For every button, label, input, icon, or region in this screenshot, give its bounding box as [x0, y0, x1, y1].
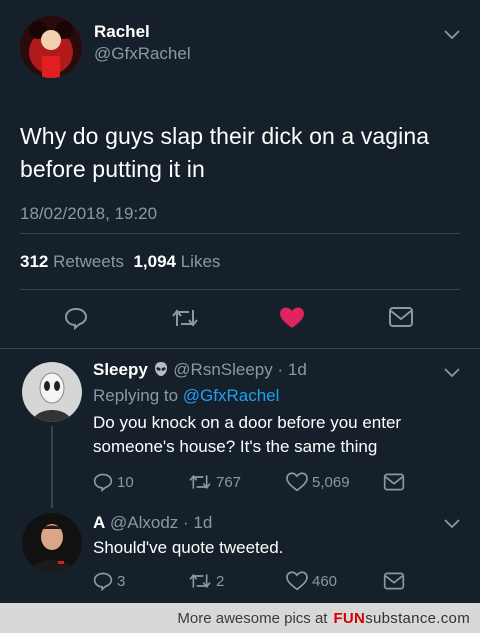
reply-icon[interactable]: [64, 306, 88, 330]
like-button[interactable]: 5,069: [286, 472, 350, 492]
reply-actions: 10 767 5,069: [93, 472, 460, 494]
reply-icon: [93, 572, 113, 591]
chevron-down-icon[interactable]: [444, 368, 460, 378]
share-icon[interactable]: [383, 571, 405, 591]
watermark-bar: More awesome pics at FUNsubstance.com: [0, 603, 480, 633]
avatar[interactable]: [22, 362, 82, 422]
likes-label[interactable]: Likes: [181, 252, 221, 271]
heart-outline-icon: [286, 472, 308, 492]
like-button[interactable]: 460: [286, 571, 337, 591]
reply-count: 10: [117, 473, 134, 491]
thread-line: [51, 426, 53, 508]
display-name[interactable]: A: [93, 513, 105, 532]
display-name[interactable]: Rachel: [94, 21, 191, 43]
share-icon[interactable]: [388, 306, 414, 328]
main-tweet-header: Rachel @GfxRachel: [20, 14, 460, 80]
display-name[interactable]: Sleepy: [93, 360, 148, 379]
reply-actions: 3 2 460: [93, 571, 460, 593]
retweets-label[interactable]: Retweets: [53, 252, 124, 271]
tweet-stats: 312 Retweets 1,094 Likes: [20, 252, 220, 272]
chevron-down-icon[interactable]: [444, 519, 460, 529]
divider: [20, 233, 460, 234]
reply-button[interactable]: 10: [93, 472, 134, 492]
retweet-button[interactable]: 767: [188, 472, 241, 492]
like-count: 460: [312, 572, 338, 590]
heart-icon[interactable]: [279, 306, 305, 330]
reply-button[interactable]: 3: [93, 571, 125, 591]
main-tweet: Rachel @GfxRachel Why do guys slap their…: [0, 0, 480, 348]
user-handle[interactable]: @GfxRachel: [94, 43, 191, 65]
watermark-brand[interactable]: FUNsubstance.com: [333, 610, 470, 627]
retweets-count[interactable]: 312: [20, 252, 48, 271]
replying-to-label: Replying to: [93, 386, 179, 405]
tweet-timestamp[interactable]: 18/02/2018, 19:20: [20, 204, 460, 224]
retweet-icon: [189, 474, 211, 490]
tweet-text: Why do guys slap their dick on a vagina …: [20, 123, 430, 182]
tweet-actions: [0, 302, 480, 336]
user-handle[interactable]: @Alxodz: [110, 513, 178, 532]
retweet-icon: [189, 573, 211, 589]
user-handle[interactable]: @RsnSleepy: [173, 360, 272, 379]
share-icon[interactable]: [383, 472, 405, 492]
tweet-age[interactable]: · 1d: [277, 360, 306, 379]
retweet-count: 767: [216, 473, 242, 491]
reply-icon: [93, 473, 113, 492]
retweet-button[interactable]: 2: [188, 571, 224, 591]
replying-to-handle[interactable]: @GfxRachel: [183, 386, 280, 405]
watermark-text: More awesome pics at: [177, 609, 328, 627]
heart-outline-icon: [286, 571, 308, 591]
alien-emoji-icon: [154, 362, 167, 376]
avatar[interactable]: [22, 513, 82, 573]
likes-count[interactable]: 1,094: [133, 252, 176, 271]
retweet-icon[interactable]: [171, 306, 199, 330]
retweet-count: 2: [216, 572, 225, 590]
divider: [20, 289, 460, 290]
reply-text: Do you knock on a door before you enter …: [93, 413, 402, 456]
like-count: 5,069: [312, 473, 350, 491]
reply-text: Should've quote tweeted.: [93, 538, 284, 557]
reply-count: 3: [117, 572, 126, 590]
chevron-down-icon[interactable]: [444, 30, 460, 40]
tweet-age[interactable]: · 1d: [183, 513, 212, 532]
divider: [0, 348, 480, 349]
avatar[interactable]: [20, 16, 82, 78]
